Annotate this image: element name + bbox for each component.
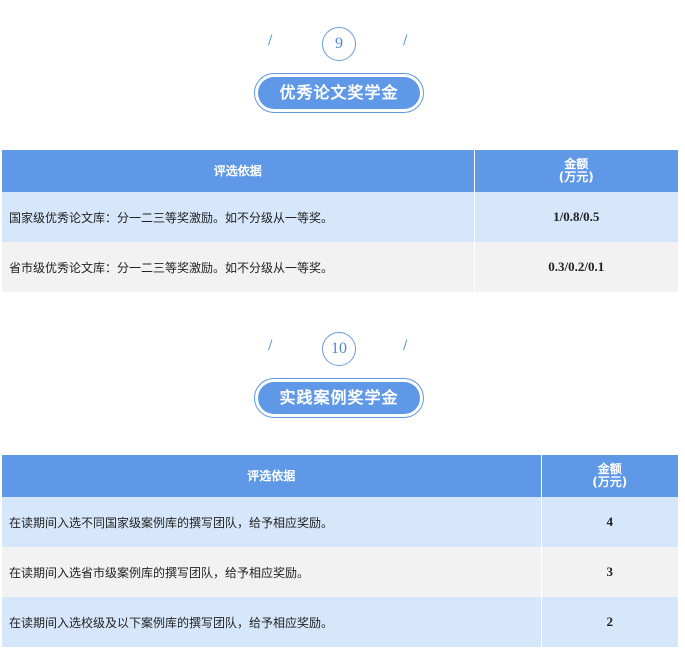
header-amount: 金额 (万元) <box>474 150 678 192</box>
row-amount: 3 <box>541 547 678 597</box>
section-title: 优秀论文奖学金 <box>258 77 420 109</box>
section-number-badge: 9 <box>322 27 356 61</box>
decor-slash-left: / <box>268 33 273 48</box>
decor-slash-right: / <box>403 33 408 48</box>
table-row: 在读期间入选省市级案例库的撰写团队，给予相应奖励。 3 <box>2 547 678 597</box>
row-amount: 1/0.8/0.5 <box>474 192 678 242</box>
row-basis: 国家级优秀论文库：分一二三等奖激励。如不分级从一等奖。 <box>2 192 475 242</box>
row-amount: 4 <box>541 497 678 547</box>
table-row: 省市级优秀论文库：分一二三等奖激励。如不分级从一等奖。 0.3/0.2/0.1 <box>2 242 678 292</box>
table-row: 国家级优秀论文库：分一二三等奖激励。如不分级从一等奖。 1/0.8/0.5 <box>2 192 678 242</box>
row-amount: 2 <box>541 597 678 647</box>
decor-slash-right: / <box>403 338 408 353</box>
section-number-badge: 10 <box>322 332 356 366</box>
table-header-row: 评选依据 金额 (万元) <box>2 150 678 192</box>
header-basis: 评选依据 <box>2 455 542 497</box>
decor-slash-left: / <box>268 338 273 353</box>
row-basis: 在读期间入选省市级案例库的撰写团队，给予相应奖励。 <box>2 547 542 597</box>
header-amount: 金额 (万元) <box>541 455 678 497</box>
table-row: 在读期间入选校级及以下案例库的撰写团队，给予相应奖励。 2 <box>2 597 678 647</box>
scholarship-table: 评选依据 金额 (万元) 国家级优秀论文库：分一二三等奖激励。如不分级从一等奖。… <box>2 150 678 292</box>
row-amount: 0.3/0.2/0.1 <box>474 242 678 292</box>
row-basis: 在读期间入选校级及以下案例库的撰写团队，给予相应奖励。 <box>2 597 542 647</box>
header-amount-line2: (万元) <box>592 475 628 489</box>
scholarship-table: 评选依据 金额 (万元) 在读期间入选不同国家级案例库的撰写团队，给予相应奖励。… <box>2 455 678 647</box>
section-title-pill: 优秀论文奖学金 <box>254 73 424 113</box>
section-9-number-row: / 9 / <box>0 27 685 61</box>
table-header-row: 评选依据 金额 (万元) <box>2 455 678 497</box>
header-amount-line2: (万元) <box>558 170 594 184</box>
section-10-number-row: / 10 / <box>0 332 685 366</box>
header-basis: 评选依据 <box>2 150 475 192</box>
row-basis: 省市级优秀论文库：分一二三等奖激励。如不分级从一等奖。 <box>2 242 475 292</box>
table-row: 在读期间入选不同国家级案例库的撰写团队，给予相应奖励。 4 <box>2 497 678 547</box>
section-title-pill: 实践案例奖学金 <box>254 378 424 418</box>
row-basis: 在读期间入选不同国家级案例库的撰写团队，给予相应奖励。 <box>2 497 542 547</box>
section-title: 实践案例奖学金 <box>258 382 420 414</box>
